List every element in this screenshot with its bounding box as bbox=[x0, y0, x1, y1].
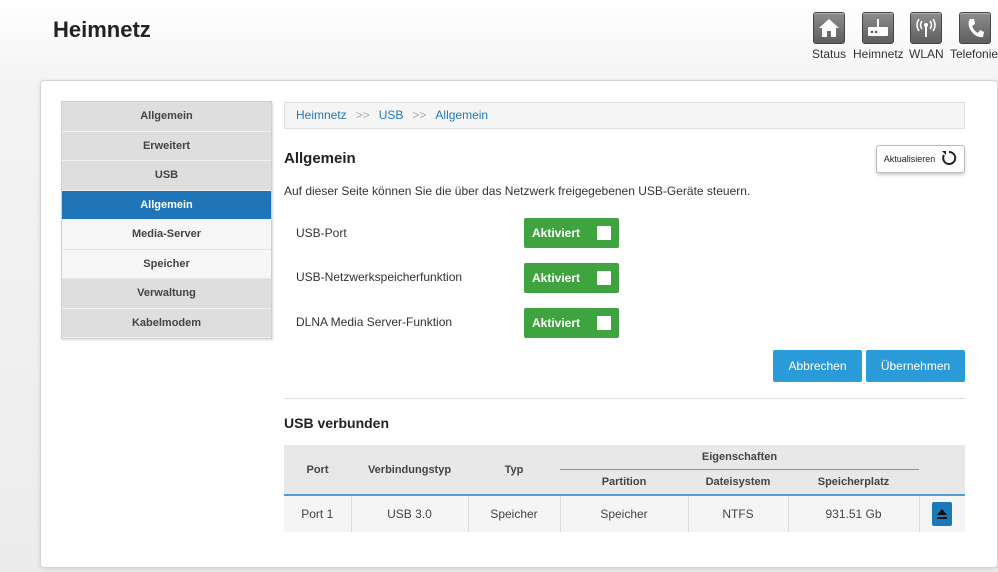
nav-heimnetz-label: Heimnetz bbox=[853, 47, 904, 61]
col-header-storage: Speicherplatz bbox=[788, 470, 919, 495]
sidebar-item-verwaltung[interactable]: Verwaltung bbox=[62, 279, 271, 309]
sidebar-item-usb-allgemein[interactable]: Allgemein bbox=[62, 190, 271, 220]
col-header-properties: Eigenschaften bbox=[560, 445, 919, 470]
router-icon bbox=[862, 12, 894, 44]
col-header-type: Typ bbox=[468, 445, 560, 495]
refresh-button-label: Aktualisieren bbox=[883, 154, 936, 164]
col-header-filesystem: Dateisystem bbox=[688, 470, 788, 495]
sidebar-item-speicher[interactable]: Speicher bbox=[62, 249, 271, 279]
sidebar-item-allgemein[interactable]: Allgemein bbox=[62, 102, 271, 132]
nav-telefonie[interactable]: Telefonie bbox=[950, 12, 998, 61]
toggle-checkbox bbox=[597, 316, 611, 330]
usb-port-toggle-state: Aktiviert bbox=[532, 226, 581, 240]
sidebar-item-usb[interactable]: USB bbox=[62, 161, 271, 191]
cell-connection-type: USB 3.0 bbox=[351, 494, 469, 532]
app-title: Heimnetz bbox=[53, 17, 151, 42]
phone-icon bbox=[959, 12, 991, 44]
breadcrumb: Heimnetz >> USB >> Allgemein bbox=[284, 102, 965, 129]
sidebar-item-media-server[interactable]: Media-Server bbox=[62, 220, 271, 250]
refresh-button[interactable]: Aktualisieren bbox=[876, 145, 965, 173]
cell-storage: 931.51 Gb bbox=[788, 494, 920, 532]
nav-status-label: Status bbox=[811, 47, 847, 61]
page-description: Auf dieser Seite können Sie die über das… bbox=[284, 184, 751, 198]
eject-icon bbox=[937, 509, 948, 515]
top-navigation: Status Heimnetz WLAN Telefonie bbox=[810, 12, 998, 64]
breadcrumb-heimnetz[interactable]: Heimnetz bbox=[296, 108, 347, 122]
sidebar-item-kabelmodem[interactable]: Kabelmodem bbox=[62, 308, 271, 338]
usb-port-toggle[interactable]: Aktiviert bbox=[524, 218, 619, 248]
col-header-properties-label: Eigenschaften bbox=[560, 445, 919, 470]
col-header-actions bbox=[919, 445, 965, 495]
section-divider bbox=[284, 398, 965, 399]
breadcrumb-allgemein[interactable]: Allgemein bbox=[435, 108, 488, 122]
cell-port: Port 1 bbox=[284, 494, 352, 532]
wifi-icon bbox=[910, 12, 942, 44]
breadcrumb-usb[interactable]: USB bbox=[379, 108, 404, 122]
cell-partition: Speicher bbox=[560, 494, 689, 532]
home-icon bbox=[813, 12, 845, 44]
col-header-port: Port bbox=[284, 445, 351, 495]
breadcrumb-separator: >> bbox=[355, 108, 370, 122]
cell-type: Speicher bbox=[468, 494, 561, 532]
nav-wlan[interactable]: WLAN bbox=[909, 12, 944, 61]
cell-actions bbox=[919, 494, 965, 532]
col-header-connection-type: Verbindungstyp bbox=[351, 445, 468, 495]
table-row: Port 1 USB 3.0 Speicher Speicher NTFS 93… bbox=[284, 494, 965, 532]
setting-dlna-label: DLNA Media Server-Funktion bbox=[296, 315, 453, 329]
cancel-button[interactable]: Abbrechen bbox=[773, 350, 862, 382]
toggle-checkbox bbox=[597, 271, 611, 285]
sidebar: Allgemein Erweitert USB Allgemein Media-… bbox=[61, 101, 272, 339]
col-header-partition: Partition bbox=[560, 470, 688, 495]
dlna-toggle[interactable]: Aktiviert bbox=[524, 308, 619, 338]
setting-network-storage-label: USB-Netzwerkspeicherfunktion bbox=[296, 270, 463, 284]
nav-status[interactable]: Status bbox=[810, 12, 848, 61]
breadcrumb-separator: >> bbox=[412, 108, 427, 122]
dlna-toggle-state: Aktiviert bbox=[532, 316, 581, 330]
eject-button[interactable] bbox=[932, 502, 953, 526]
cell-filesystem: NTFS bbox=[688, 494, 789, 532]
page-title: Allgemein bbox=[284, 150, 356, 167]
sidebar-item-erweitert[interactable]: Erweitert bbox=[62, 131, 271, 161]
eject-icon-bar bbox=[937, 517, 948, 519]
usb-devices-table: Port Verbindungstyp Typ Eigenschaften Pa… bbox=[284, 445, 965, 532]
content-panel: Allgemein Erweitert USB Allgemein Media-… bbox=[40, 80, 998, 568]
nav-wlan-label: WLAN bbox=[909, 47, 944, 61]
nav-heimnetz[interactable]: Heimnetz bbox=[853, 12, 904, 61]
usb-connected-title: USB verbunden bbox=[284, 415, 390, 431]
network-storage-toggle-state: Aktiviert bbox=[532, 271, 581, 285]
apply-button[interactable]: Übernehmen bbox=[866, 350, 965, 382]
refresh-icon bbox=[941, 150, 957, 168]
nav-telefonie-label: Telefonie bbox=[950, 47, 998, 61]
network-storage-toggle[interactable]: Aktiviert bbox=[524, 263, 619, 293]
toggle-checkbox bbox=[597, 226, 611, 240]
setting-usb-port-label: USB-Port bbox=[296, 226, 347, 240]
